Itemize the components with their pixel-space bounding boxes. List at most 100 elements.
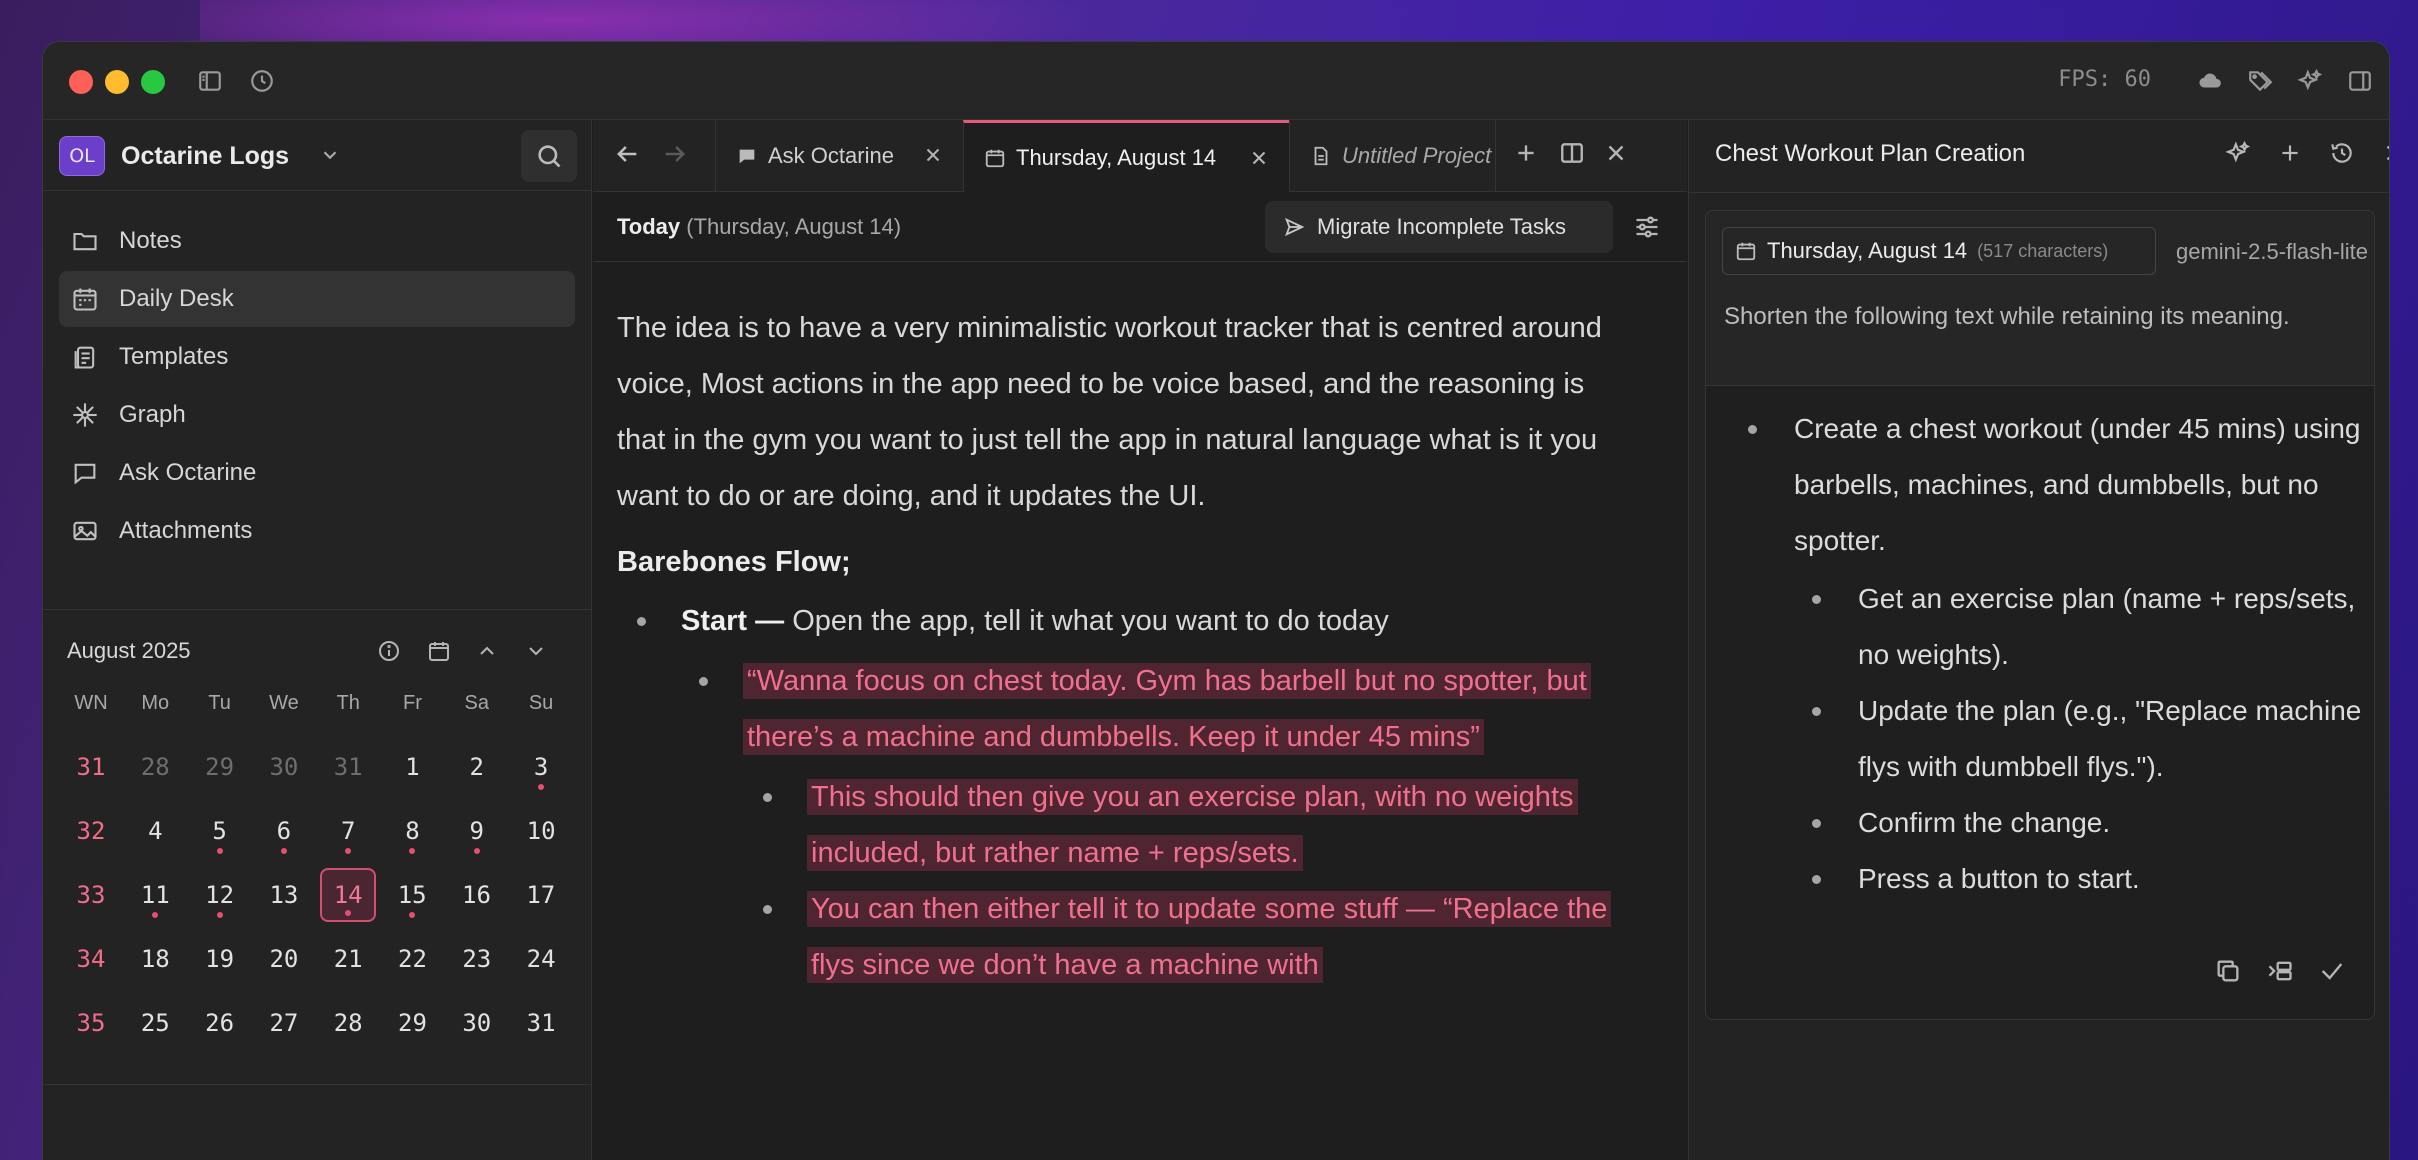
calendar-day[interactable]: 30 [445, 996, 509, 1050]
context-char-count: (517 characters) [1977, 240, 2109, 261]
copy-icon[interactable] [2214, 957, 2244, 987]
calendar-day[interactable]: 25 [123, 996, 187, 1050]
history-icon[interactable] [2329, 140, 2361, 172]
calendar-day[interactable]: 6 [252, 804, 316, 858]
tab-bar: Ask Octarine Thursday, August 14 Untitle… [593, 120, 1687, 192]
calendar-day[interactable]: 2 [445, 740, 509, 794]
calendar-day[interactable]: 19 [188, 932, 252, 986]
calendar-day[interactable]: 30 [252, 740, 316, 794]
week-number[interactable]: 31 [59, 740, 123, 794]
settings-sliders-icon[interactable] [1633, 213, 1663, 243]
split-pane-icon[interactable] [1559, 140, 1591, 172]
calendar-day[interactable]: 17 [509, 868, 573, 922]
calendar-day[interactable]: 13 [252, 868, 316, 922]
calendar-day[interactable]: 8 [380, 804, 444, 858]
workspace-switcher[interactable]: OL Octarine Logs [59, 136, 579, 178]
calendar-day[interactable]: 21 [316, 932, 380, 986]
calendar-day[interactable]: 31 [509, 996, 573, 1050]
week-number[interactable]: 34 [59, 932, 123, 986]
calendar-day[interactable]: 9 [445, 804, 509, 858]
calendar-day-today[interactable]: 14 [320, 868, 377, 922]
tags-icon[interactable] [2243, 64, 2277, 98]
calendar-month-title: August 2025 [67, 638, 191, 663]
search-button[interactable] [521, 130, 577, 182]
calendar-day[interactable]: 20 [252, 932, 316, 986]
chevron-down-icon[interactable] [319, 144, 343, 168]
response-sub: Confirm the change. [1858, 807, 2111, 838]
list-item: This should then give you an exercise pl… [617, 769, 1647, 881]
sidebar-item-ask-octarine[interactable]: Ask Octarine [59, 445, 575, 501]
chevron-down-icon[interactable] [521, 636, 551, 666]
zoom-window-button[interactable] [141, 70, 165, 94]
sidebar-item-graph[interactable]: Graph [59, 387, 575, 443]
new-tab-plus-icon[interactable] [1513, 140, 1545, 172]
calendar-day[interactable]: 28 [123, 740, 187, 794]
calendar-grid: WN Mo Tu We Th Fr Sa Su 31 28 29 30 31 1… [59, 686, 579, 1060]
tab-label: Untitled Project [1342, 143, 1492, 168]
calendar-day[interactable]: 29 [188, 740, 252, 794]
weekday-header: We [269, 691, 299, 714]
tab-ask-octarine[interactable]: Ask Octarine [715, 120, 963, 192]
week-number[interactable]: 33 [59, 868, 123, 922]
calendar-day[interactable]: 23 [445, 932, 509, 986]
context-note-chip[interactable]: Thursday, August 14 (517 characters) [1722, 227, 2156, 275]
close-icon[interactable] [1248, 147, 1272, 171]
model-name[interactable]: gemini-2.5-flash-lite [2176, 239, 2368, 265]
new-chat-plus-icon[interactable] [2277, 140, 2309, 172]
calendar-day[interactable]: 27 [252, 996, 316, 1050]
workspace-name: Octarine Logs [121, 142, 290, 170]
back-arrow-icon[interactable] [613, 140, 645, 172]
week-number[interactable]: 32 [59, 804, 123, 858]
close-icon[interactable] [922, 144, 946, 168]
calendar-today-icon[interactable] [424, 636, 454, 666]
weekday-header: WN [74, 691, 108, 714]
migrate-incomplete-tasks-button[interactable]: Migrate Incomplete Tasks [1265, 201, 1613, 253]
week-number[interactable]: 35 [59, 996, 123, 1050]
calendar-day[interactable]: 29 [380, 996, 444, 1050]
bullet [699, 677, 708, 686]
sidebar-toggle-icon[interactable] [193, 64, 227, 98]
day-number: 8 [405, 817, 420, 845]
calendar-day[interactable]: 24 [509, 932, 573, 986]
tab-thursday-august-14[interactable]: Thursday, August 14 [963, 120, 1289, 192]
sidebar-item-notes[interactable]: Notes [59, 213, 575, 269]
calendar-day[interactable]: 12 [188, 868, 252, 922]
close-pane-icon[interactable] [1603, 140, 1635, 172]
calendar-day[interactable]: 26 [188, 996, 252, 1050]
chevron-up-icon[interactable] [472, 636, 502, 666]
forward-arrow-icon[interactable] [661, 140, 693, 172]
calendar-day[interactable]: 10 [509, 804, 573, 858]
close-window-button[interactable] [69, 70, 93, 94]
close-icon[interactable] [2381, 140, 2389, 172]
calendar-day[interactable]: 16 [444, 868, 508, 922]
calendar-day[interactable]: 7 [316, 804, 380, 858]
minimize-window-button[interactable] [105, 70, 129, 94]
section-heading: Barebones Flow; [617, 546, 851, 578]
cloud-sync-icon[interactable] [2193, 64, 2227, 98]
calendar-day[interactable]: 4 [123, 804, 187, 858]
weekday-header: Fr [403, 691, 422, 714]
tab-untitled-project[interactable]: Untitled Project [1289, 120, 1495, 192]
sidebar-item-daily-desk[interactable]: Daily Desk [59, 271, 575, 327]
calendar-day[interactable]: 18 [123, 932, 187, 986]
ai-sparkles-icon[interactable] [2225, 140, 2257, 172]
calendar-day[interactable]: 1 [380, 740, 444, 794]
calendar-day[interactable]: 3 [509, 740, 573, 794]
calendar-day[interactable]: 28 [316, 996, 380, 1050]
calendar-day[interactable]: 31 [316, 740, 380, 794]
accept-check-icon[interactable] [2318, 957, 2348, 987]
document-body[interactable]: The idea is to have a very minimalistic … [593, 262, 1687, 1140]
sidebar-item-attachments[interactable]: Attachments [59, 503, 575, 559]
ai-sparkles-icon[interactable] [2293, 64, 2327, 98]
ai-assistant-panel: Chest Workout Plan Creation Thursday, Au… [1688, 120, 2389, 1160]
calendar-icon [1736, 242, 1756, 261]
calendar-day[interactable]: 11 [123, 868, 187, 922]
insert-below-icon[interactable] [2266, 957, 2296, 987]
history-clock-icon[interactable] [245, 64, 279, 98]
calendar-day[interactable]: 22 [380, 932, 444, 986]
calendar-day[interactable]: 5 [188, 804, 252, 858]
right-panel-toggle-icon[interactable] [2343, 64, 2377, 98]
sidebar-item-templates[interactable]: Templates [59, 329, 575, 385]
info-icon[interactable] [374, 636, 404, 666]
calendar-day[interactable]: 15 [380, 868, 444, 922]
